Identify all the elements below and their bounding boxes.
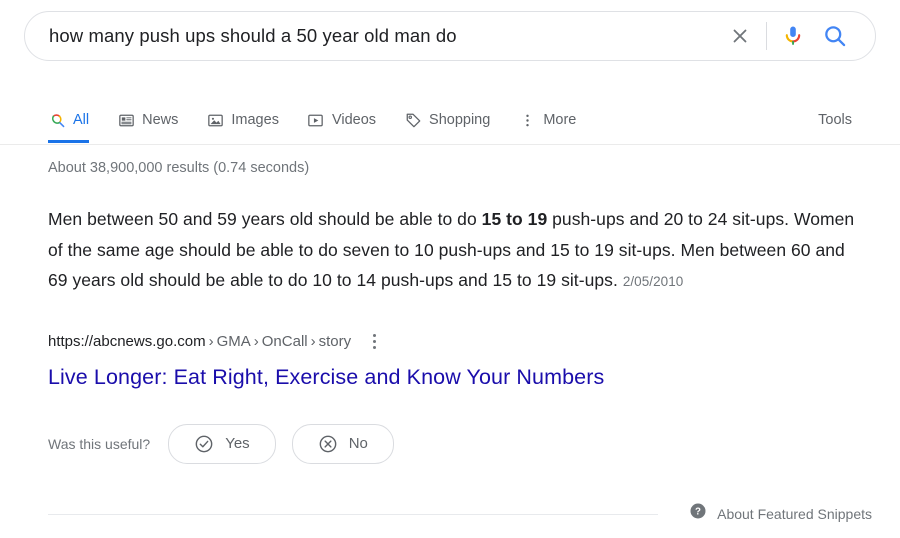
- tools-button[interactable]: Tools: [818, 97, 852, 143]
- snippet-footer: ? About Featured Snippets: [48, 503, 872, 538]
- result-url[interactable]: https://abcnews.go.com › GMA › OnCall › story: [48, 333, 351, 350]
- video-play-icon: [307, 111, 325, 129]
- tab-news[interactable]: News: [117, 97, 178, 143]
- clear-icon[interactable]: [720, 16, 760, 56]
- search-icon: [48, 111, 66, 129]
- snippet-date: 2/05/2010: [622, 274, 684, 289]
- breadcrumb-separator: ›: [253, 333, 259, 350]
- breadcrumb-item: OnCall: [261, 333, 308, 350]
- help-circle-icon: ?: [689, 502, 707, 525]
- tab-active-underline: [48, 140, 90, 143]
- svg-text:?: ?: [695, 506, 701, 517]
- breadcrumb-separator: ›: [208, 333, 214, 350]
- check-circle-icon: [194, 434, 214, 454]
- x-circle-icon: [318, 434, 338, 454]
- nav-tabs: All News Images Videos Shopping More: [48, 97, 604, 143]
- search-submit-icon[interactable]: [813, 16, 857, 56]
- tab-shopping[interactable]: Shopping: [404, 97, 490, 143]
- result-source-row: https://abcnews.go.com › GMA › OnCall › story: [48, 331, 872, 353]
- breadcrumb-separator: ›: [310, 333, 316, 350]
- tab-label: Images: [231, 112, 279, 128]
- news-icon: [117, 111, 135, 129]
- microphone-icon[interactable]: [773, 16, 813, 56]
- tab-videos[interactable]: Videos: [307, 97, 376, 143]
- feedback-no-button[interactable]: No: [291, 423, 394, 464]
- tab-label: Videos: [331, 112, 377, 128]
- result-options-icon[interactable]: [365, 332, 383, 352]
- search-divider: [766, 22, 767, 50]
- search-bar-container: how many push ups should a 50 year old m…: [24, 11, 876, 61]
- result-domain: https://abcnews.go.com: [48, 333, 206, 350]
- image-icon: [206, 111, 224, 129]
- tab-label: More: [543, 112, 577, 128]
- nav-divider: [0, 144, 900, 145]
- tab-images[interactable]: Images: [206, 97, 279, 143]
- snippet-text-part1: Men between 50 and 59 years old should b…: [48, 209, 482, 229]
- breadcrumb-item: story: [318, 333, 352, 350]
- featured-snippet: Men between 50 and 59 years old should b…: [48, 204, 864, 298]
- feedback-yes-button[interactable]: Yes: [168, 423, 276, 464]
- breadcrumb-item: GMA: [216, 333, 251, 350]
- tab-all[interactable]: All: [48, 97, 90, 143]
- search-input[interactable]: how many push ups should a 50 year old m…: [49, 23, 720, 49]
- about-featured-snippets-link[interactable]: ? About Featured Snippets: [689, 502, 872, 525]
- feedback-row: Was this useful? Yes No: [48, 423, 872, 464]
- result-stats: About 38,900,000 results (0.74 seconds): [48, 160, 310, 176]
- footer-divider: [48, 514, 658, 515]
- feedback-no-label: No: [348, 435, 368, 452]
- kebab-dot: [372, 334, 376, 337]
- more-vertical-icon: [518, 111, 536, 129]
- tab-more[interactable]: More: [518, 97, 576, 143]
- feedback-yes-label: Yes: [225, 435, 250, 452]
- tab-label: Shopping: [429, 112, 491, 128]
- about-featured-snippets-label: About Featured Snippets: [717, 505, 872, 522]
- feedback-question: Was this useful?: [48, 435, 151, 452]
- snippet-bold-term: 15 to 19: [481, 209, 548, 229]
- search-results: About 38,900,000 results (0.74 seconds) …: [48, 158, 872, 464]
- tab-label: News: [142, 112, 179, 128]
- result-title-link[interactable]: Live Longer: Eat Right, Exercise and Kno…: [48, 363, 604, 391]
- kebab-dot: [372, 340, 376, 343]
- kebab-dot: [372, 346, 376, 349]
- search-box[interactable]: how many push ups should a 50 year old m…: [24, 11, 876, 61]
- search-nav-bar: All News Images Videos Shopping More Too…: [0, 97, 900, 145]
- tag-icon: [404, 111, 422, 129]
- tab-label: All: [73, 112, 90, 128]
- tools-label: Tools: [818, 112, 852, 128]
